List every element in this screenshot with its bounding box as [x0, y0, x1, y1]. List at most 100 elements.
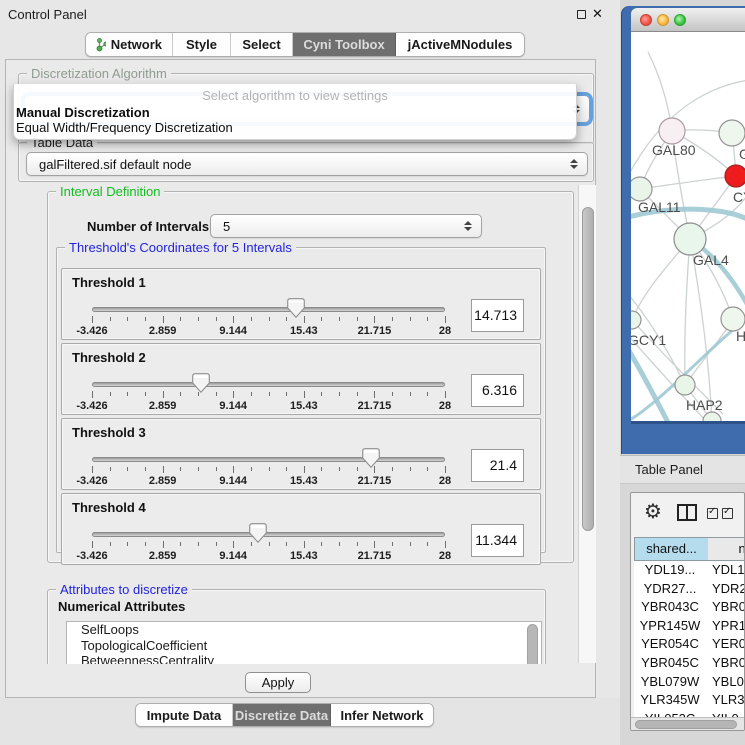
select-columns-icon[interactable] — [707, 508, 733, 519]
list-item[interactable]: SelfLoops — [67, 622, 541, 638]
network-node[interactable] — [675, 375, 695, 395]
cyni-toolbox-pane: Discretization Algorithm Table Data galF… — [5, 59, 596, 698]
table-row[interactable]: YBR043CYBR0 — [634, 598, 745, 617]
network-node-label: CY — [733, 189, 745, 205]
slider-track[interactable] — [92, 532, 445, 537]
table-row[interactable]: YLR345WYLR3 — [634, 691, 745, 710]
column-header-name[interactable]: n... — [708, 537, 745, 561]
slider-tick-label: 2.859 — [139, 325, 187, 337]
list-item[interactable]: BetweennessCentrality — [67, 653, 541, 664]
algorithm-option-1[interactable]: Manual Discretization — [16, 105, 150, 120]
table-row[interactable]: YDL19...YDL1 — [634, 561, 745, 580]
interval-definition-group: Interval Definition Number of Intervals … — [47, 191, 574, 563]
slider-tick — [392, 467, 393, 471]
slider-tick — [410, 317, 411, 321]
threshold-value-field[interactable]: 11.344 — [471, 524, 524, 557]
slider-tick — [251, 392, 252, 396]
tab-cyni-toolbox[interactable]: Cyni Toolbox — [293, 33, 396, 56]
table-hscrollbar[interactable] — [631, 717, 745, 730]
table-row[interactable]: YIL052C YIL0 — [634, 710, 745, 717]
network-node-label: GAL4 — [693, 252, 729, 268]
network-node[interactable] — [631, 177, 652, 201]
tab-select[interactable]: Select — [231, 33, 293, 56]
slider-track[interactable] — [92, 307, 445, 312]
slider-thumb[interactable] — [287, 298, 305, 318]
split-table-icon[interactable] — [677, 504, 697, 521]
zoom-traffic-light[interactable] — [674, 14, 686, 26]
network-node[interactable] — [674, 223, 706, 255]
close-icon[interactable]: ✕ — [592, 6, 603, 22]
slider-tick — [374, 316, 375, 323]
slider-thumb[interactable] — [192, 373, 210, 393]
gear-icon[interactable]: ⚙ — [644, 502, 662, 522]
network-node-label: GCY1 — [631, 332, 666, 348]
list-scrollbar[interactable] — [527, 624, 538, 664]
tab-impute-data[interactable]: Impute Data — [136, 704, 233, 726]
slider-tick — [357, 317, 358, 321]
cell-name: YIL0 — [712, 710, 745, 717]
slider-tick-label: 21.715 — [350, 325, 398, 337]
table-header: shared... n... — [631, 537, 745, 561]
network-node[interactable] — [631, 311, 641, 329]
settings-scrollbar-thumb[interactable] — [582, 207, 594, 531]
table-data-combobox[interactable]: galFiltered.sif default node — [26, 152, 588, 176]
slider-tick — [445, 391, 446, 398]
minimize-traffic-light[interactable] — [657, 14, 669, 26]
table-row[interactable]: YPR145WYPR1 — [634, 617, 745, 636]
network-node-label: GAL80 — [652, 142, 696, 158]
network-canvas[interactable]: GAL80GACYGAL11GAL4GCY1HAHAP2 — [631, 32, 745, 421]
slider-tick — [392, 542, 393, 546]
cell-shared-name: YIL052C — [634, 710, 706, 717]
threshold-value-field[interactable]: 21.4 — [471, 449, 524, 482]
tab-network[interactable]: Network — [86, 33, 173, 56]
tab-jactivemnodules[interactable]: jActiveMNodules — [396, 33, 524, 56]
slider-tick — [216, 392, 217, 396]
slider-track[interactable] — [92, 457, 445, 462]
slider-tick — [410, 467, 411, 471]
tab-infer-network[interactable]: Infer Network — [331, 704, 433, 726]
table-row[interactable]: YBR045CYBR0 — [634, 654, 745, 673]
threshold-value-field[interactable]: 6.316 — [471, 374, 524, 407]
slider-tick — [163, 466, 164, 473]
threshold-value-field[interactable]: 14.713 — [471, 299, 524, 332]
numerical-attributes-list[interactable]: SelfLoopsTopologicalCoefficientBetweenne… — [66, 621, 542, 664]
slider-track[interactable] — [92, 382, 445, 387]
network-node[interactable] — [725, 165, 745, 187]
table-hscrollbar-thumb[interactable] — [635, 720, 737, 729]
list-item[interactable]: TopologicalCoefficient — [67, 638, 541, 654]
table-row[interactable]: YBL079W YBL0 — [634, 673, 745, 692]
slider-tick-label: -3.426 — [68, 400, 116, 412]
slider-tick-label: 2.859 — [139, 475, 187, 487]
numerical-attributes-label: Numerical Attributes — [58, 599, 185, 614]
network-window-titlebar[interactable] — [631, 8, 745, 32]
number-of-intervals-combobox[interactable]: 5 — [210, 214, 482, 238]
network-node-label: HAP2 — [686, 397, 723, 413]
table-row[interactable]: YDR27...YDR2 — [634, 580, 745, 599]
threshold-label: Threshold 3 — [72, 425, 146, 440]
tab-discretize-data[interactable]: Discretize Data — [233, 704, 331, 726]
slider-tick — [427, 392, 428, 396]
slider-tick — [427, 542, 428, 546]
apply-button[interactable]: Apply — [245, 672, 311, 693]
table-data-combobox-value: galFiltered.sif default node — [27, 157, 570, 172]
table-row[interactable]: YER054CYER0 — [634, 635, 745, 654]
slider-tick — [286, 542, 287, 546]
slider-tick — [127, 467, 128, 471]
slider-tick — [269, 467, 270, 471]
column-header-shared-name[interactable]: shared... — [634, 537, 709, 561]
float-window-icon[interactable] — [577, 10, 586, 19]
network-node[interactable] — [659, 118, 685, 144]
network-node[interactable] — [719, 120, 745, 146]
slider-thumb[interactable] — [249, 523, 267, 543]
close-traffic-light[interactable] — [640, 14, 652, 26]
slider-tick — [110, 317, 111, 321]
slider-tick-label: 2.859 — [139, 550, 187, 562]
cell-name: YBL0 — [712, 673, 745, 692]
algorithm-option-2[interactable]: Equal Width/Frequency Discretization — [16, 120, 233, 135]
cell-shared-name: YBL079W — [634, 673, 706, 692]
slider-tick — [145, 467, 146, 471]
tab-style[interactable]: Style — [173, 33, 231, 56]
slider-thumb[interactable] — [362, 448, 380, 468]
settings-scrollbar-track[interactable] — [578, 185, 596, 663]
slider-tick — [339, 392, 340, 396]
